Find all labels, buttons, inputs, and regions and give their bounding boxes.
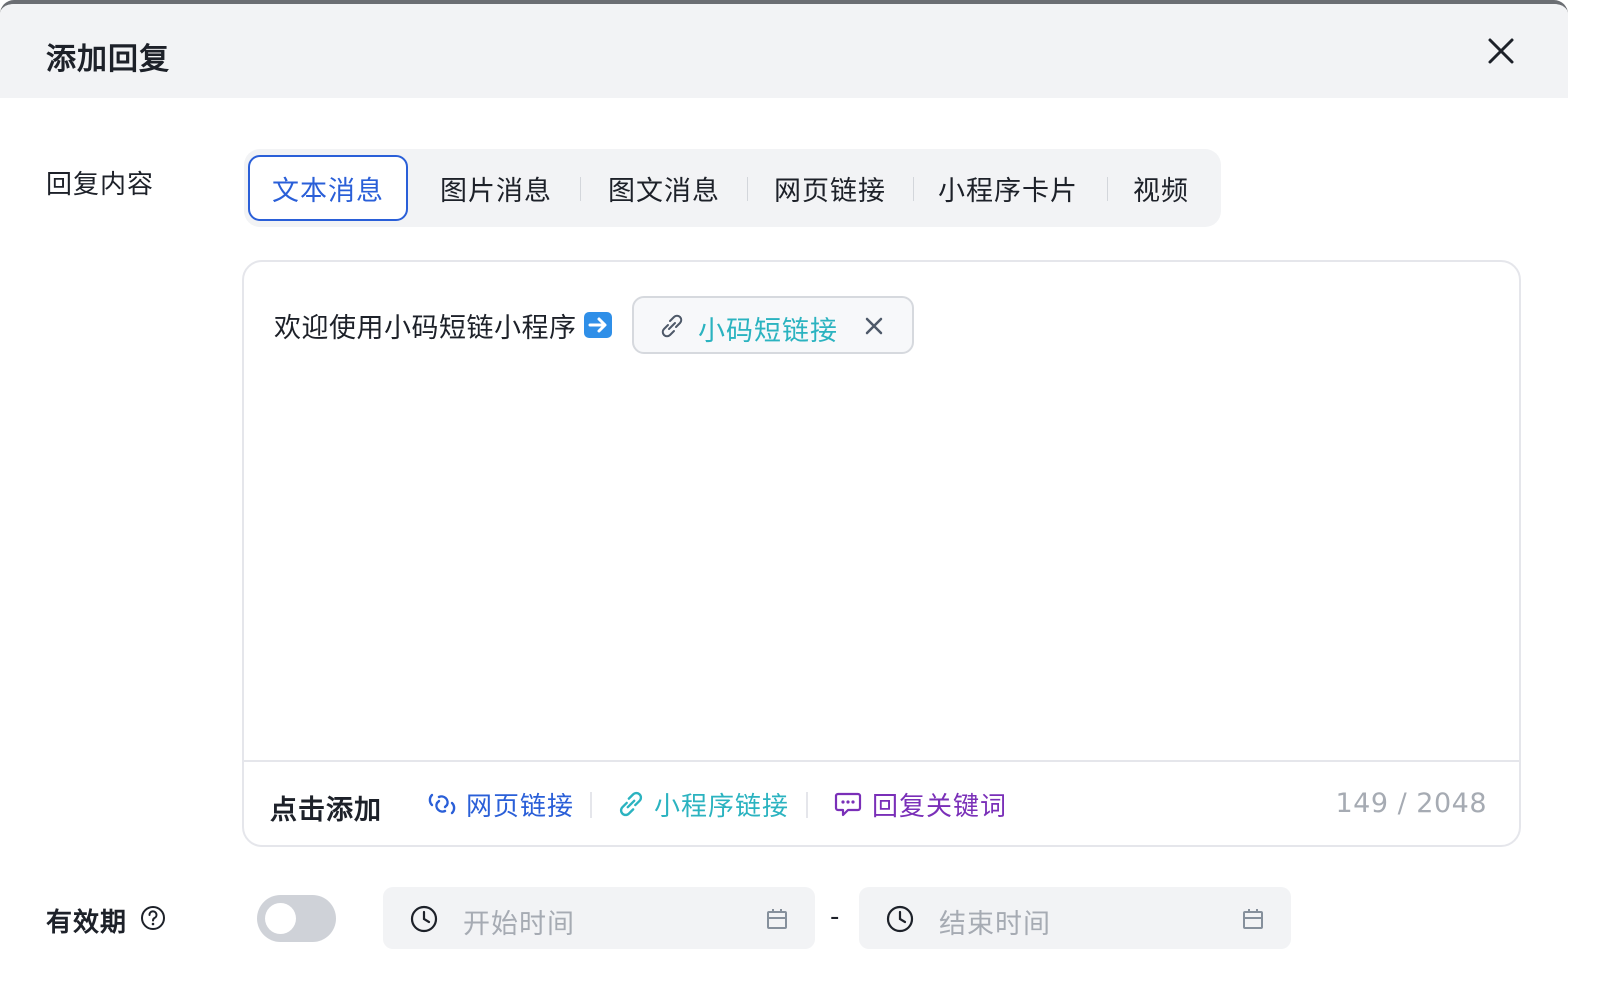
help-question-icon[interactable] bbox=[140, 905, 166, 931]
dialog-header: 添加回复 bbox=[0, 4, 1568, 98]
tab-divider bbox=[913, 177, 914, 201]
validity-toggle[interactable] bbox=[257, 895, 336, 942]
validity-label: 有效期 bbox=[46, 908, 128, 938]
editor-content-text[interactable]: 欢迎使用小码短链小程序 bbox=[274, 306, 577, 345]
message-type-tabs: 文本消息 图片消息 图文消息 网页链接 小程序卡片 视频 bbox=[244, 149, 1221, 227]
clock-icon bbox=[410, 905, 438, 933]
start-time-placeholder: 开始时间 bbox=[463, 909, 575, 940]
link-icon bbox=[661, 314, 683, 338]
mini-link-chip[interactable]: 小码短链接 bbox=[632, 296, 914, 354]
toolbar-divider bbox=[590, 792, 592, 818]
date-range-separator: - bbox=[830, 902, 840, 932]
web-link-icon bbox=[428, 793, 456, 815]
end-time-placeholder: 结束时间 bbox=[939, 909, 1051, 940]
tab-web-link[interactable]: 网页链接 bbox=[750, 155, 910, 221]
arrow-right-emoji-icon bbox=[584, 312, 612, 338]
tab-mini-program-card[interactable]: 小程序卡片 bbox=[918, 155, 1098, 221]
close-icon[interactable] bbox=[1480, 30, 1522, 72]
toggle-knob bbox=[265, 903, 296, 934]
add-reply-dialog: 添加回复 回复内容 文本消息 图片消息 图文消息 网页链接 小程序卡片 视频 欢… bbox=[0, 0, 1568, 1008]
insert-mini-program-link-button[interactable]: 小程序链接 bbox=[616, 784, 789, 824]
tab-text-message[interactable]: 文本消息 bbox=[248, 155, 408, 221]
chip-close-icon[interactable] bbox=[862, 314, 886, 338]
calendar-icon bbox=[767, 909, 787, 929]
character-counter: 149 / 2048 bbox=[1335, 788, 1487, 819]
mini-program-link-icon bbox=[619, 791, 643, 817]
insert-web-link-button[interactable]: 网页链接 bbox=[426, 784, 574, 824]
tab-divider bbox=[580, 177, 581, 201]
click-to-add-label: 点击添加 bbox=[270, 795, 382, 826]
chip-label: 小码短链接 bbox=[698, 316, 838, 347]
tab-divider bbox=[747, 177, 748, 201]
tab-divider bbox=[1107, 177, 1108, 201]
clock-icon bbox=[886, 905, 914, 933]
tab-article-message[interactable]: 图文消息 bbox=[584, 155, 744, 221]
chat-bubble-icon bbox=[834, 792, 862, 817]
end-time-input[interactable]: 结束时间 bbox=[859, 887, 1291, 949]
tab-video[interactable]: 视频 bbox=[1114, 155, 1208, 221]
tab-image-message[interactable]: 图片消息 bbox=[416, 155, 576, 221]
insert-reply-keyword-button[interactable]: 回复关键词 bbox=[832, 784, 1007, 824]
insert-mini-program-link-label: 小程序链接 bbox=[654, 791, 790, 822]
start-time-input[interactable]: 开始时间 bbox=[383, 887, 815, 949]
insert-web-link-label: 网页链接 bbox=[466, 791, 575, 822]
editor-toolbar: 点击添加 网页链接 小程序链接 回复关键词 149 / 2048 bbox=[244, 760, 1519, 845]
dialog-title: 添加回复 bbox=[46, 42, 170, 77]
reply-content-label: 回复内容 bbox=[46, 170, 155, 200]
calendar-icon bbox=[1243, 909, 1263, 929]
toolbar-divider bbox=[806, 792, 808, 818]
insert-reply-keyword-label: 回复关键词 bbox=[872, 791, 1008, 822]
reply-editor[interactable]: 欢迎使用小码短链小程序 小码短链接 点击添加 网页链接 小程序链接 回复关键词 … bbox=[242, 260, 1521, 847]
